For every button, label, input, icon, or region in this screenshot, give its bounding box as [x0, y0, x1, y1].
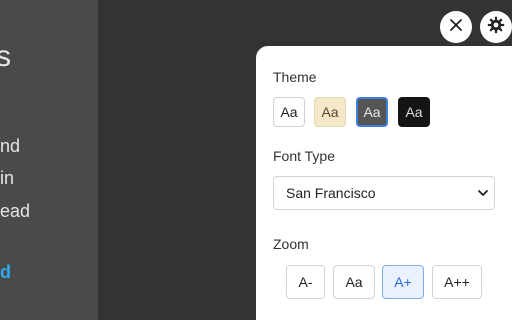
theme-gray-button[interactable]: Aa: [356, 97, 388, 127]
zoom-reset-label: Aa: [345, 274, 363, 290]
theme-dark-button[interactable]: Aa: [398, 97, 430, 127]
close-button[interactable]: [440, 11, 472, 43]
article-text-line: in: [0, 168, 15, 188]
theme-sepia-label: Aa: [321, 104, 339, 120]
reader-view: s nd in ead d Theme Aa Aa Aa Aa Font Typ…: [0, 0, 512, 320]
theme-dark-label: Aa: [405, 104, 423, 120]
zoom-in-more-label: A++: [444, 274, 470, 290]
zoom-reset-button[interactable]: Aa: [333, 265, 375, 299]
gear-icon: [487, 16, 505, 39]
article-text-line: ead: [0, 201, 31, 221]
article-column: s nd in ead d: [0, 0, 98, 320]
chevron-down-icon: [476, 186, 490, 200]
theme-light-label: Aa: [280, 104, 298, 120]
settings-button[interactable]: [480, 11, 512, 43]
close-icon: [449, 18, 463, 37]
zoom-out-label: A-: [298, 274, 313, 290]
font-type-label: Font Type: [273, 148, 336, 164]
article-link[interactable]: d: [0, 262, 11, 283]
font-type-select[interactable]: San Francisco: [273, 176, 495, 210]
theme-light-button[interactable]: Aa: [273, 97, 305, 127]
reader-settings-panel: Theme Aa Aa Aa Aa Font Type San Francisc…: [256, 46, 512, 320]
zoom-in-more-button[interactable]: A++: [432, 265, 482, 299]
zoom-in-label: A+: [394, 274, 412, 290]
theme-sepia-button[interactable]: Aa: [314, 97, 346, 127]
article-text-line: nd: [0, 136, 21, 156]
theme-label: Theme: [273, 69, 317, 85]
zoom-in-button[interactable]: A+: [382, 265, 424, 299]
zoom-label: Zoom: [273, 236, 309, 252]
article-title-fragment: s: [0, 40, 11, 73]
zoom-out-button[interactable]: A-: [286, 265, 325, 299]
font-type-value: San Francisco: [286, 185, 376, 201]
theme-gray-label: Aa: [363, 104, 381, 120]
